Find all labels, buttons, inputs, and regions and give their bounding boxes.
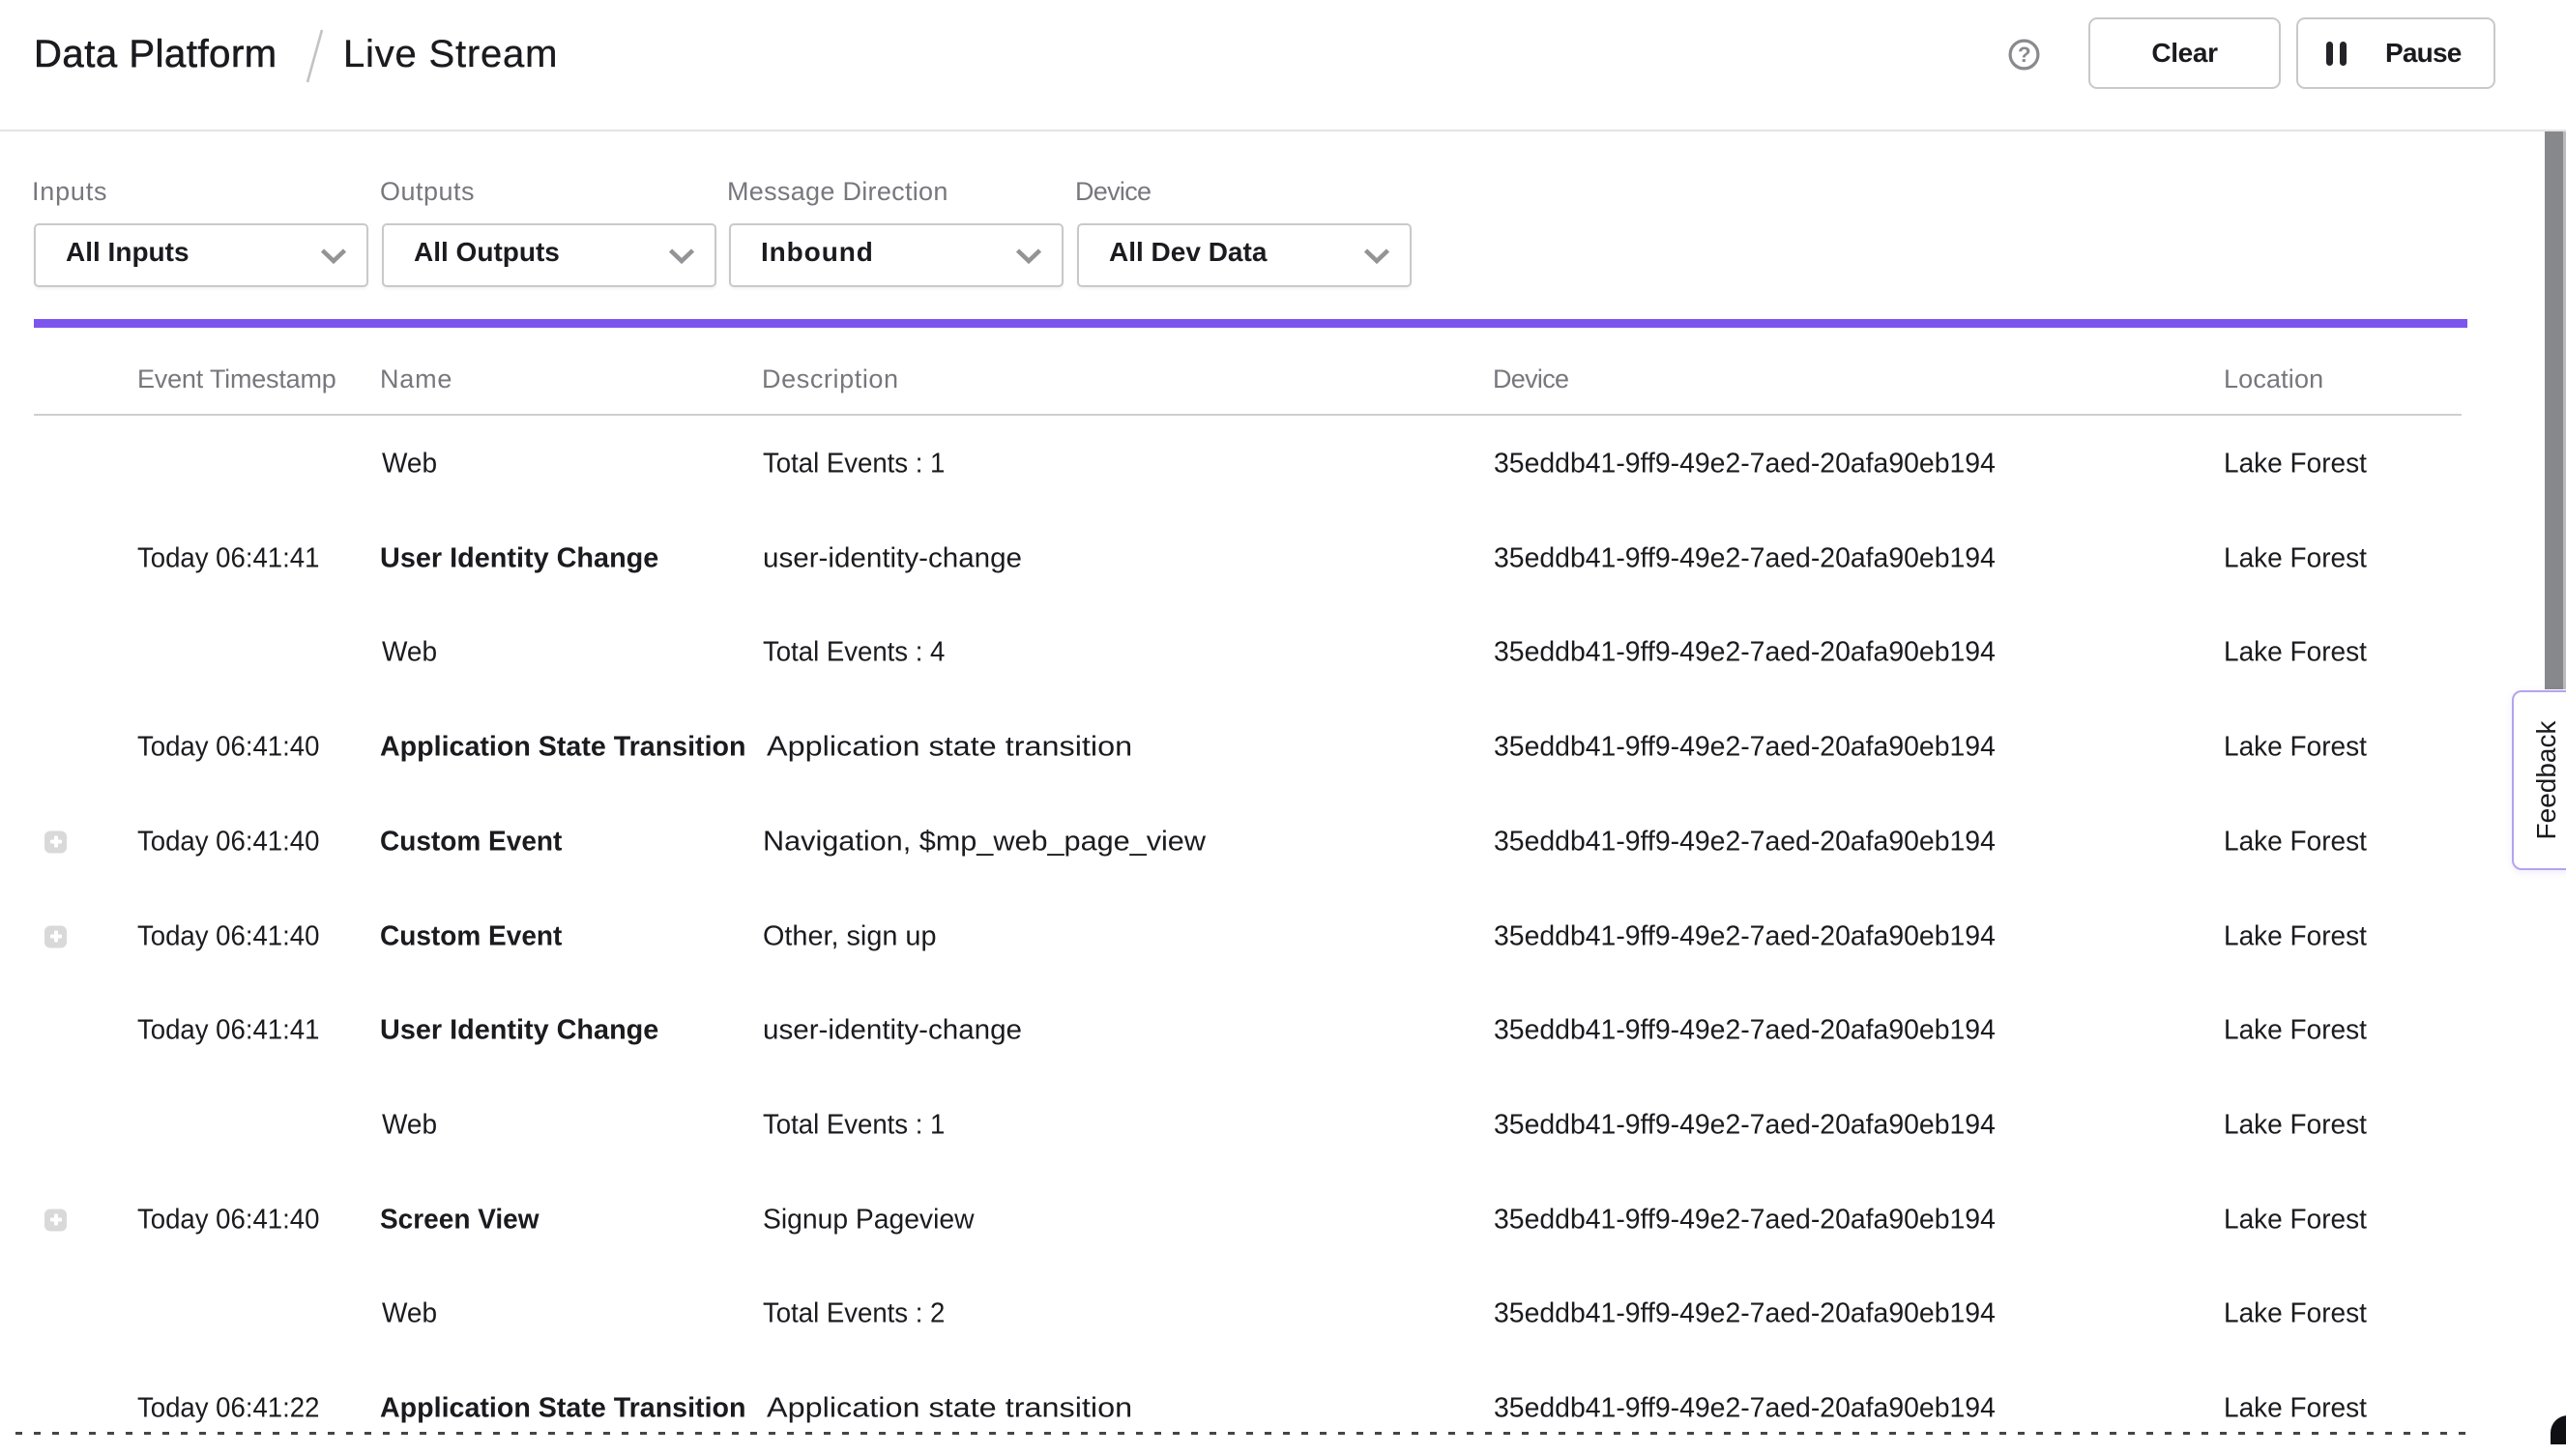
svg-text:?: ? — [2018, 43, 2031, 67]
